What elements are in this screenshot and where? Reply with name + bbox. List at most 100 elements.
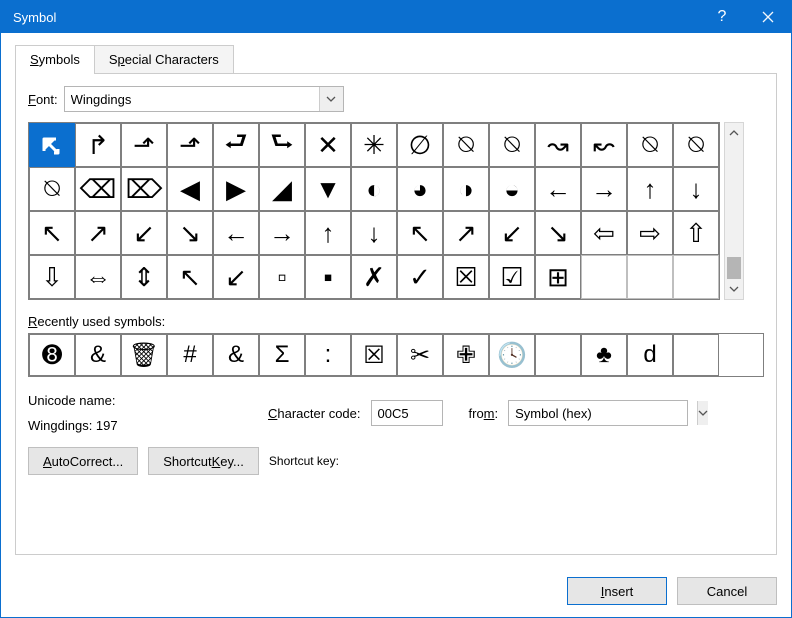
symbol-cell[interactable]: ↓ — [673, 167, 719, 211]
help-button[interactable]: ? — [699, 1, 745, 33]
recent-symbol-cell[interactable] — [535, 334, 581, 376]
symbol-cell[interactable]: ↖ — [29, 211, 75, 255]
symbol-cell[interactable]: ✕ — [305, 123, 351, 167]
close-button[interactable] — [745, 1, 791, 33]
symbol-cell[interactable]: ⍉ — [443, 123, 489, 167]
symbol-cell[interactable]: ◒ — [489, 167, 535, 211]
symbol-cell[interactable]: ✗ — [351, 255, 397, 299]
symbol-cell[interactable]: ← — [535, 167, 581, 211]
from-dropdown-button[interactable] — [697, 401, 708, 425]
window-title: Symbol — [13, 10, 699, 25]
symbol-cell[interactable]: ↱ — [75, 123, 121, 167]
symbol-cell[interactable]: ↙ — [489, 211, 535, 255]
recent-symbol-cell[interactable]: ✙ — [443, 334, 489, 376]
recent-symbol-cell[interactable]: & — [213, 334, 259, 376]
autocorrect-button[interactable]: AutoCorrect... — [28, 447, 138, 475]
symbol-cell[interactable]: ◕ — [397, 167, 443, 211]
font-dropdown-button[interactable] — [319, 87, 343, 111]
scroll-track[interactable] — [725, 143, 743, 279]
close-icon — [762, 11, 774, 23]
symbol-cell[interactable]: ↑ — [305, 211, 351, 255]
recent-symbol-cell[interactable]: Σ — [259, 334, 305, 376]
from-combo[interactable] — [508, 400, 688, 426]
symbol-cell[interactable]: ▶ — [213, 167, 259, 211]
symbol-cell[interactable]: ⬏ — [121, 123, 167, 167]
symbol-cell[interactable]: → — [259, 211, 305, 255]
symbol-cell[interactable]: ↘ — [535, 211, 581, 255]
symbol-cell[interactable]: ✓ — [397, 255, 443, 299]
symbol-cell[interactable]: ↖ — [397, 211, 443, 255]
symbol-cell[interactable]: ⌦ — [121, 167, 167, 211]
scroll-down-button[interactable] — [725, 279, 743, 299]
symbol-cell[interactable]: ← — [213, 211, 259, 255]
symbol-cell[interactable] — [627, 255, 673, 299]
symbol-cell[interactable]: ⇔ — [75, 255, 121, 299]
symbol-cell[interactable]: ⍉ — [673, 123, 719, 167]
recent-symbol-cell[interactable]: ➑ — [29, 334, 75, 376]
unicode-name-label: Unicode name: — [28, 393, 258, 408]
grid-scrollbar[interactable] — [724, 122, 744, 300]
symbol-cell[interactable]: ✳ — [351, 123, 397, 167]
recent-symbol-cell[interactable] — [673, 334, 719, 376]
char-code-input[interactable] — [371, 400, 443, 426]
symbol-cell[interactable] — [29, 123, 75, 167]
symbol-grid-wrap: ↱⬏⬏⮐⮑✕✳∅⍉⍉↝↜⍉⍉⍉⌫⌦◀▶◢▼◐◕◑◒←→↑↓↖↗↙↘←→↑↓↖↗↙… — [28, 122, 764, 300]
recent-symbol-cell[interactable]: ✂ — [397, 334, 443, 376]
symbol-cell[interactable]: ↓ — [351, 211, 397, 255]
shortcut-key-button[interactable]: Shortcut Key... — [148, 447, 259, 475]
recent-symbol-cell[interactable]: 🗑 — [121, 334, 167, 376]
symbol-cell[interactable]: ▪ — [305, 255, 351, 299]
font-label: Font: — [28, 92, 58, 107]
symbol-cell[interactable]: ⮑ — [259, 123, 305, 167]
scroll-thumb[interactable] — [727, 257, 741, 279]
symbol-cell[interactable]: ⇧ — [673, 211, 719, 255]
symbol-cell[interactable]: ⍉ — [29, 167, 75, 211]
symbol-cell[interactable]: ↝ — [535, 123, 581, 167]
symbol-cell[interactable]: → — [581, 167, 627, 211]
symbol-cell[interactable]: ↖ — [167, 255, 213, 299]
symbol-cell[interactable]: ⍉ — [627, 123, 673, 167]
tab-symbols[interactable]: Symbols — [15, 45, 95, 74]
symbol-cell[interactable]: ⇦ — [581, 211, 627, 255]
recent-symbol-cell[interactable]: 🕓 — [489, 334, 535, 376]
symbol-cell[interactable]: ⇕ — [121, 255, 167, 299]
font-input[interactable] — [65, 87, 319, 111]
cancel-button[interactable]: Cancel — [677, 577, 777, 605]
symbol-cell[interactable]: ↗ — [75, 211, 121, 255]
symbol-cell[interactable]: ⮐ — [213, 123, 259, 167]
symbol-cell[interactable]: ⊞ — [535, 255, 581, 299]
symbol-cell[interactable]: ↙ — [213, 255, 259, 299]
symbol-cell[interactable]: ▫ — [259, 255, 305, 299]
font-combo[interactable] — [64, 86, 344, 112]
recent-symbol-cell[interactable]: : — [305, 334, 351, 376]
recent-symbol-cell[interactable]: & — [75, 334, 121, 376]
scroll-up-button[interactable] — [725, 123, 743, 143]
symbol-cell[interactable]: ↙ — [121, 211, 167, 255]
symbol-cell[interactable]: ⇨ — [627, 211, 673, 255]
symbol-cell[interactable]: ☑ — [489, 255, 535, 299]
symbol-cell[interactable] — [673, 255, 719, 299]
symbol-cell[interactable]: ↜ — [581, 123, 627, 167]
recent-symbol-cell[interactable]: ♣ — [581, 334, 627, 376]
recent-symbol-cell[interactable]: ☒ — [351, 334, 397, 376]
symbol-cell[interactable]: ↘ — [167, 211, 213, 255]
from-input[interactable] — [509, 401, 697, 425]
symbol-cell[interactable]: ⇩ — [29, 255, 75, 299]
insert-button[interactable]: Insert — [567, 577, 667, 605]
recent-symbol-cell[interactable]: d — [627, 334, 673, 376]
symbol-cell[interactable]: ⌫ — [75, 167, 121, 211]
tab-special-characters[interactable]: Special Characters — [94, 45, 234, 74]
symbol-cell[interactable]: ◑ — [443, 167, 489, 211]
symbol-cell[interactable]: ▼ — [305, 167, 351, 211]
symbol-cell[interactable] — [581, 255, 627, 299]
symbol-cell[interactable]: ◢ — [259, 167, 305, 211]
symbol-cell[interactable]: ⬏ — [167, 123, 213, 167]
recent-symbol-cell[interactable]: # — [167, 334, 213, 376]
symbol-cell[interactable]: ⍉ — [489, 123, 535, 167]
symbol-cell[interactable]: ◐ — [351, 167, 397, 211]
symbol-cell[interactable]: ↑ — [627, 167, 673, 211]
symbol-cell[interactable]: ∅ — [397, 123, 443, 167]
symbol-cell[interactable]: ☒ — [443, 255, 489, 299]
symbol-cell[interactable]: ◀ — [167, 167, 213, 211]
symbol-cell[interactable]: ↗ — [443, 211, 489, 255]
